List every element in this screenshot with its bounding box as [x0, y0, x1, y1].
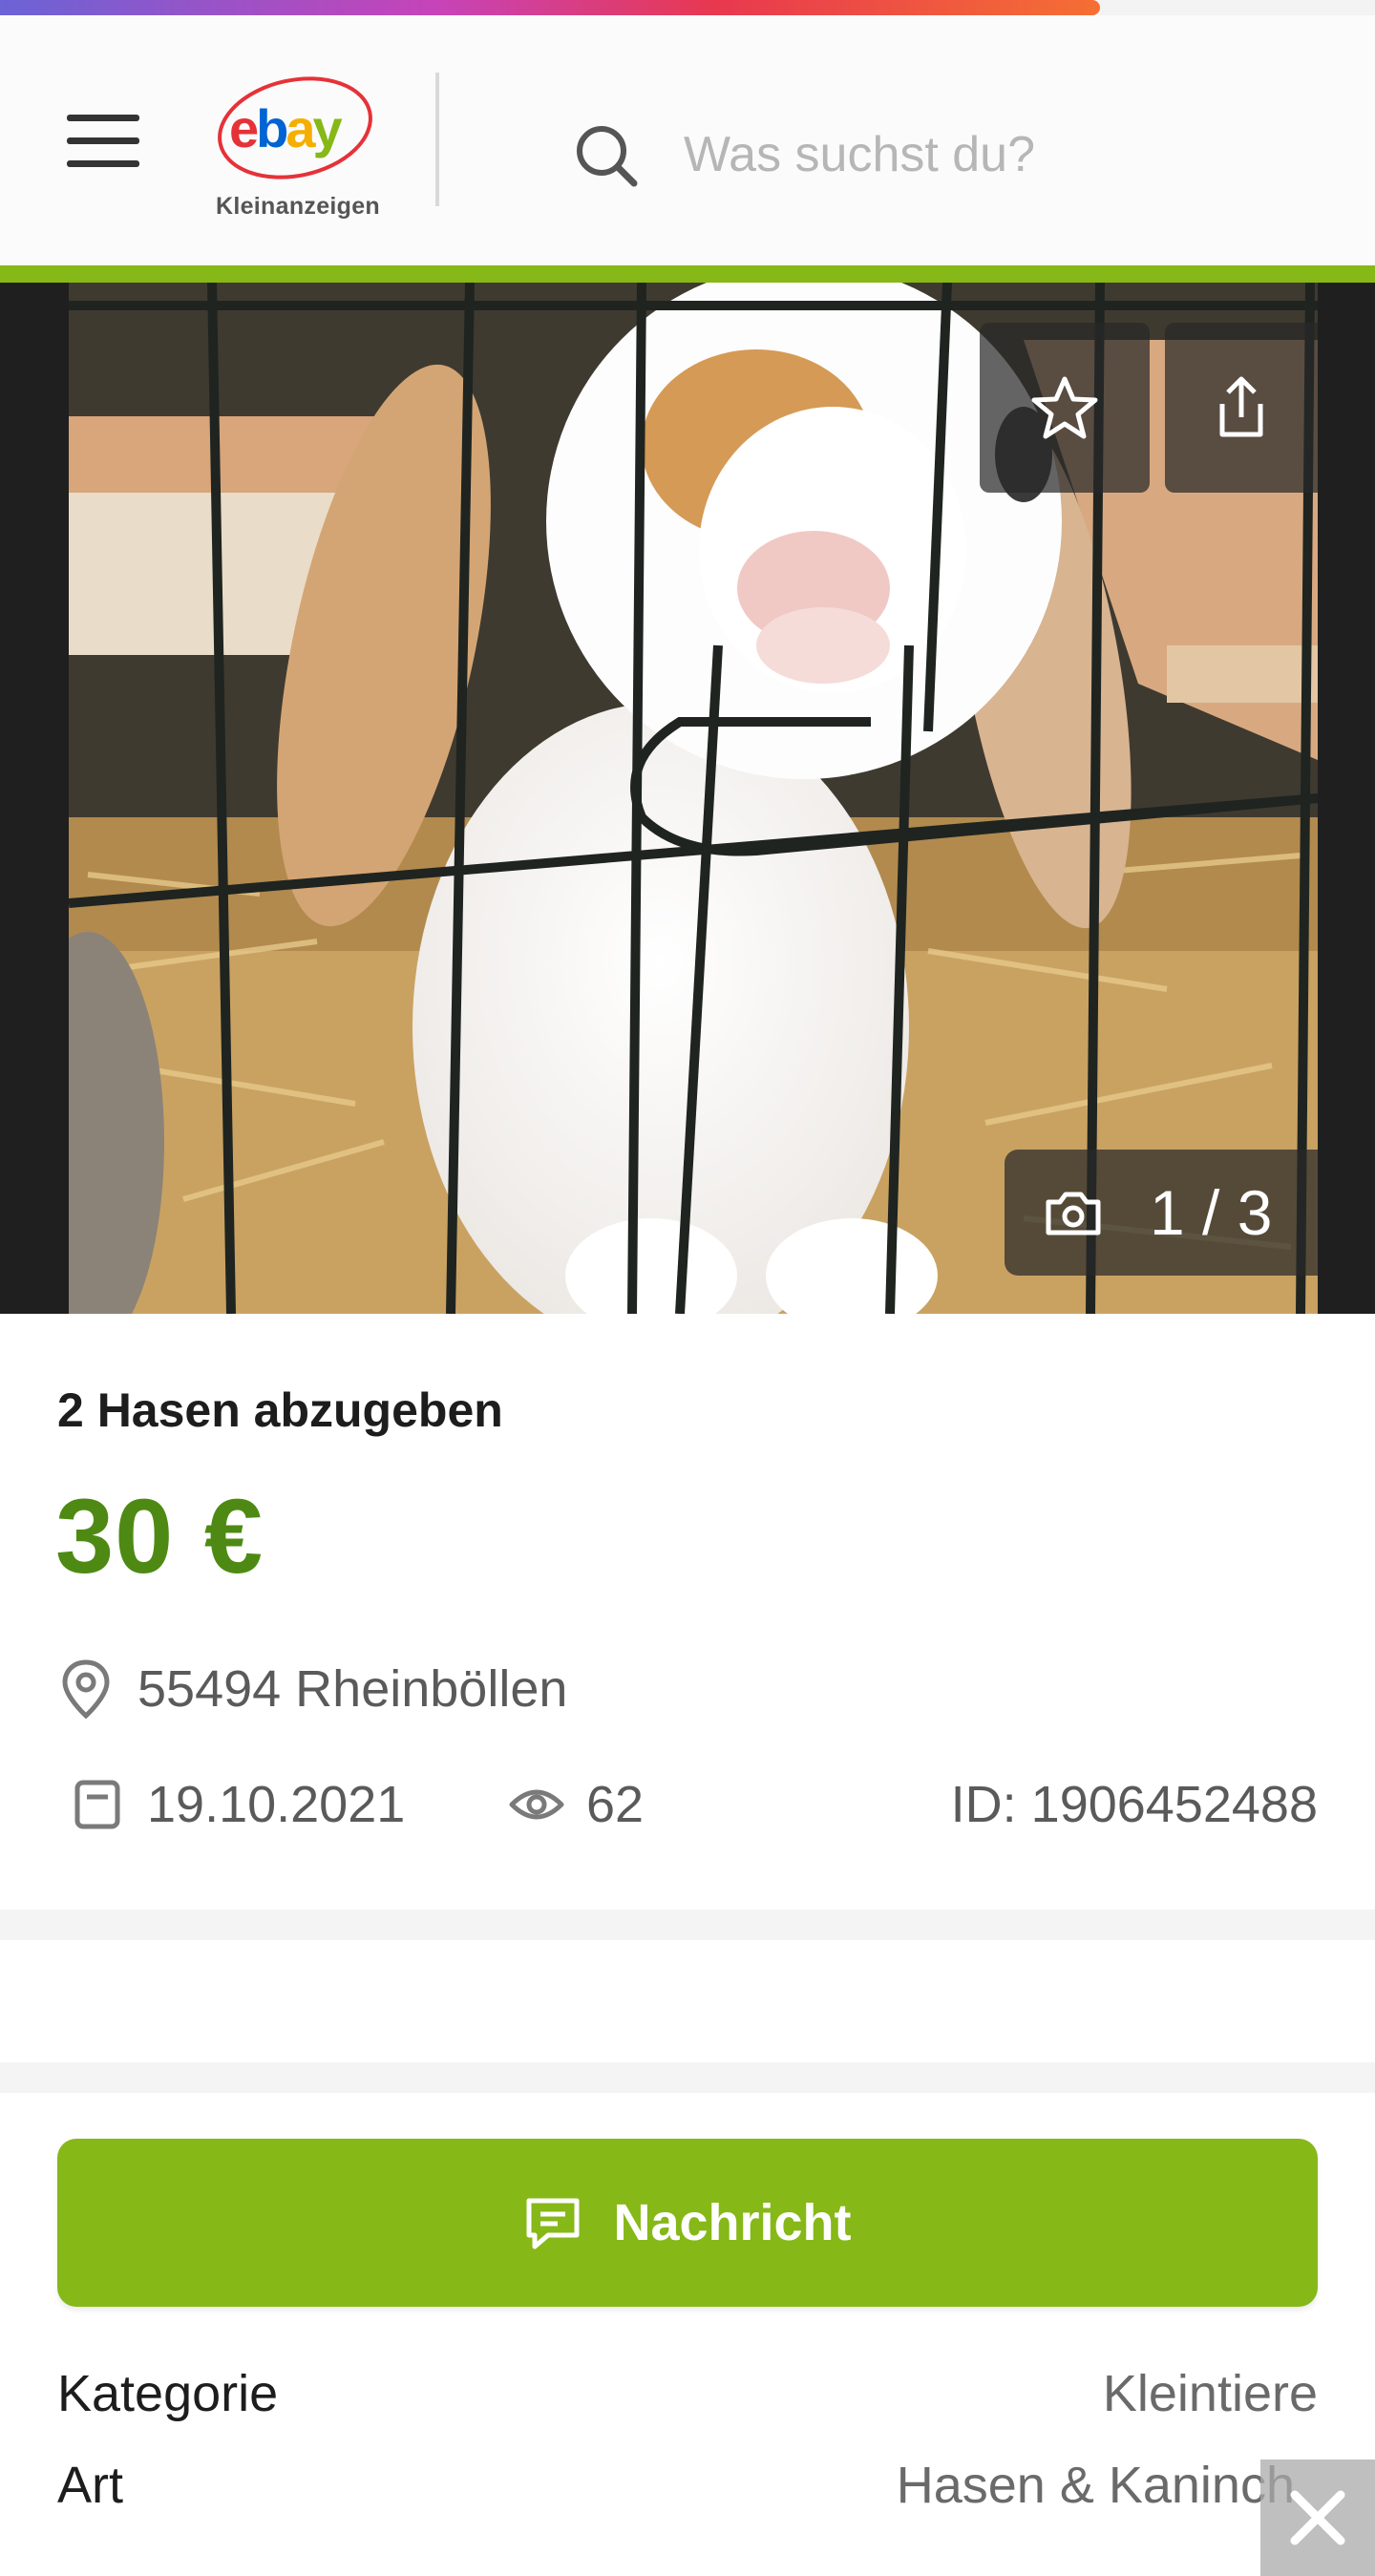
menu-icon[interactable] — [67, 115, 139, 168]
detail-row-art: Art Hasen & Kaninch — [57, 2456, 1318, 2532]
detail-key: Art — [57, 2457, 124, 2514]
message-icon — [523, 2195, 582, 2250]
ad-location-text: 55494 Rheinböllen — [138, 1660, 568, 1718]
ad-views: 62 — [508, 1768, 644, 1841]
ad-location[interactable]: 55494 Rheinböllen — [59, 1656, 567, 1722]
ad-date-text: 19.10.2021 — [147, 1776, 406, 1833]
site-header: ebay Kleinanzeigen — [0, 15, 1375, 265]
eye-icon — [509, 1789, 564, 1820]
image-gallery[interactable]: 1 / 3 — [0, 283, 1375, 1314]
search-icon[interactable] — [573, 122, 640, 189]
detail-key: Kategorie — [57, 2365, 279, 2422]
ad-views-text: 62 — [586, 1776, 645, 1833]
ad-date: 19.10.2021 — [73, 1768, 405, 1841]
favorite-button[interactable] — [980, 323, 1150, 493]
ad-title: 2 Hasen abzugeben — [57, 1383, 503, 1437]
search-input[interactable] — [684, 115, 1314, 195]
share-icon — [1219, 376, 1263, 437]
header-accent-line — [0, 265, 1375, 283]
message-button-label: Nachricht — [613, 2194, 852, 2251]
close-icon — [1290, 2490, 1345, 2545]
page-load-progress-fill — [0, 0, 1100, 15]
svg-text:ebay: ebay — [229, 98, 343, 158]
page-load-progress — [0, 0, 1375, 15]
section-separator — [0, 1910, 1375, 1940]
camera-icon — [1045, 1189, 1102, 1236]
share-button[interactable] — [1165, 323, 1318, 493]
detail-value[interactable]: Hasen & Kaninch — [897, 2456, 1295, 2515]
star-icon — [1031, 376, 1098, 439]
section-separator — [0, 2062, 1375, 2093]
close-button[interactable] — [1260, 2460, 1375, 2576]
detail-value[interactable]: Kleintiere — [1103, 2364, 1318, 2423]
ad-meta: 19.10.2021 62 ID: 1906452488 — [73, 1768, 1318, 1841]
logo-subtitle: Kleinanzeigen — [216, 193, 380, 220]
image-counter: 1 / 3 — [1005, 1150, 1318, 1276]
message-button[interactable]: Nachricht — [57, 2139, 1318, 2307]
ad-price: 30 € — [55, 1478, 264, 1595]
image-counter-text: 1 / 3 — [1150, 1177, 1273, 1248]
location-pin-icon — [62, 1659, 110, 1720]
ad-id: ID: 1906452488 — [951, 1768, 1318, 1841]
calendar-icon — [74, 1780, 120, 1829]
header-divider — [435, 73, 439, 206]
ad-id-text: ID: 1906452488 — [950, 1776, 1318, 1833]
detail-row-kategorie: Kategorie Kleintiere — [57, 2364, 1318, 2440]
